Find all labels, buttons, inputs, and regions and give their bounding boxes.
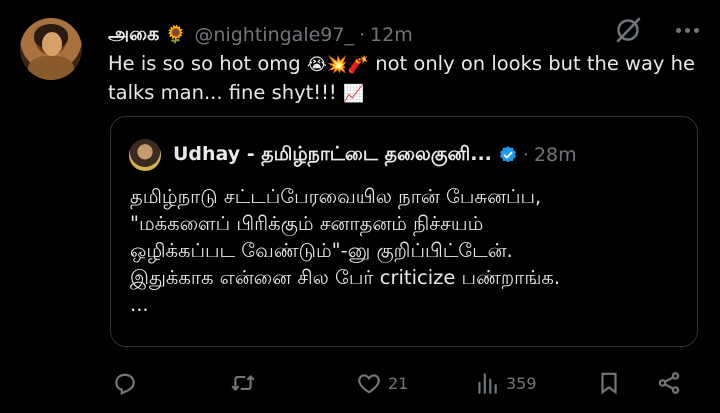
retweet-button[interactable] — [230, 370, 256, 396]
quoted-text-line: இதுக்காக என்னை சில பேர் criticize பண்றாங… — [130, 266, 561, 289]
crying-explosion-firecracker-emojis: 😭💥🧨 — [306, 55, 370, 75]
author-handle[interactable]: @nightingale97_ — [194, 24, 354, 46]
quoted-timestamp[interactable]: 28m — [534, 144, 577, 166]
quoted-text-ellipsis: ... — [130, 293, 149, 316]
grok-icon[interactable] — [612, 14, 644, 46]
verified-icon — [499, 146, 516, 163]
views-button[interactable]: 359 — [474, 370, 537, 396]
tweet-action-bar: 21 359 — [112, 366, 692, 402]
sunflower-emoji: 🌻 — [165, 25, 187, 45]
tweet-header: அகை 🌻 @nightingale97_ · 12m — [108, 20, 413, 50]
more-icon[interactable] — [676, 20, 702, 40]
quoted-tweet-text: தமிழ்நாடு சட்டப்பேரவையில நான் பேசுனப்ப, … — [130, 183, 690, 318]
avatar-face — [42, 32, 62, 56]
separator-dot: · — [358, 24, 366, 46]
share-icon — [658, 372, 680, 394]
like-icon — [358, 374, 380, 394]
tweet-text-part1: He is so so hot omg — [108, 52, 307, 75]
retweet-icon — [231, 374, 255, 392]
tweet-timestamp[interactable]: 12m — [370, 24, 413, 46]
quoted-text-line: ஒழிக்கப்பட வேண்டும்"-னு குறிப்பிட்டேன். — [130, 239, 513, 262]
views-count: 359 — [506, 373, 537, 393]
quoted-text-line: தமிழ்நாடு சட்டப்பேரவையில நான் பேசுனப்ப, — [130, 185, 542, 208]
tweet-text: He is so so hot omg 😭💥🧨 not only on look… — [108, 50, 708, 108]
bookmark-icon — [601, 372, 617, 395]
quoted-author-name[interactable]: Udhay - தமிழ்நாட்டை தலைகுனி... — [173, 143, 492, 168]
quoted-author-avatar[interactable] — [129, 139, 161, 171]
reply-icon — [115, 373, 135, 395]
like-count: 21 — [388, 373, 409, 393]
tweet-author-avatar[interactable] — [20, 18, 82, 80]
bookmark-button[interactable] — [596, 370, 622, 396]
avatar-dress — [28, 56, 74, 80]
chart-increasing-emoji: 📈 — [342, 84, 365, 104]
author-display-name[interactable]: அகை — [108, 23, 159, 48]
like-button[interactable]: 21 — [356, 370, 408, 396]
views-icon — [478, 373, 497, 394]
reply-button[interactable] — [112, 370, 138, 396]
share-button[interactable] — [656, 370, 682, 396]
quoted-text-line: "மக்களைப் பிரிக்கும் சனாதனம் நிச்சயம் — [130, 212, 484, 235]
quoted-separator-dot: · — [522, 144, 529, 166]
quoted-tweet-card[interactable]: Udhay - தமிழ்நாட்டை தலைகுனி... · 28m தமி… — [110, 116, 698, 347]
quoted-tweet-header: Udhay - தமிழ்நாட்டை தலைகுனி... · 28m — [129, 139, 577, 171]
